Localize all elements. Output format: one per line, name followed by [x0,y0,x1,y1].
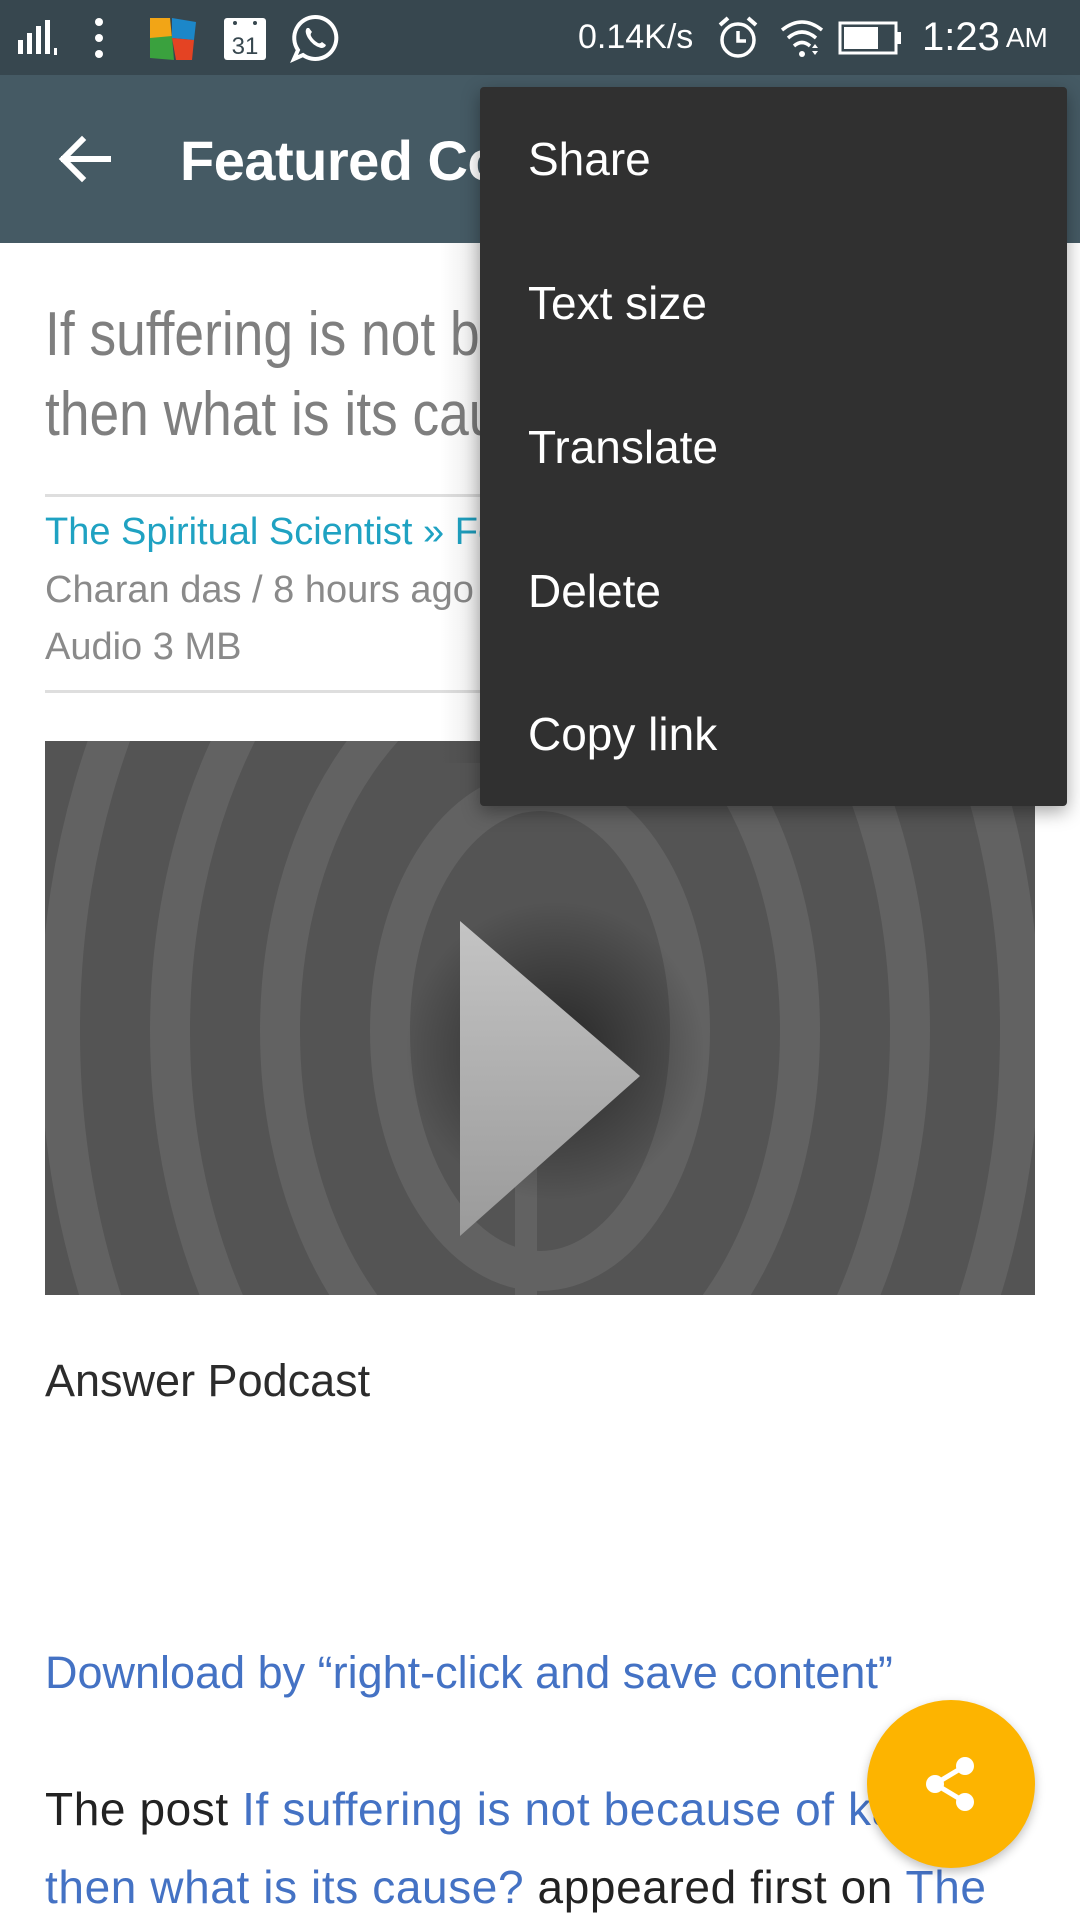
battery-icon [838,0,904,75]
wifi-icon [778,0,826,75]
signal-icon [16,0,66,75]
more-dots-icon [92,0,106,75]
menu-item-delete[interactable]: Delete [480,519,1067,663]
back-button[interactable] [44,119,124,199]
podcast-image[interactable] [45,741,1035,1295]
menu-item-copy-link[interactable]: Copy link [480,662,1067,806]
menu-item-share[interactable]: Share [480,87,1067,231]
footer-prefix: The post [45,1783,243,1835]
footer-middle: appeared first on [524,1861,906,1913]
author-time: Charan das / 8 hours ago [45,569,474,611]
download-link[interactable]: Download by “right-click and save conten… [45,1647,893,1699]
share-fab-button[interactable] [867,1700,1035,1868]
clock-ampm: AM [1005,21,1048,53]
site-link[interactable]: The [906,1861,987,1913]
clock-time: 1:23 [922,15,1000,59]
menu-item-translate[interactable]: Translate [480,375,1067,519]
calendar-icon: 31 [222,0,268,75]
status-bar: 31 0.14K/s 1:23 AM [0,0,1080,75]
whatsapp-icon [290,0,340,75]
podcast-caption: Answer Podcast [45,1355,371,1406]
overflow-menu: Share Text size Translate Delete Copy li… [480,87,1067,806]
media-info: Audio 3 MB [45,626,242,668]
post-link-line-2: then what is its cause? [45,1861,525,1913]
arrow-left-icon [58,135,111,183]
clock: 1:23 AM [922,0,1048,75]
svg-text:31: 31 [232,33,259,60]
avg-antivirus-icon [148,0,198,75]
share-icon [926,1757,974,1811]
alarm-icon [716,0,760,75]
menu-item-text-size[interactable]: Text size [480,231,1067,375]
network-speed: 0.14K/s [578,18,694,56]
